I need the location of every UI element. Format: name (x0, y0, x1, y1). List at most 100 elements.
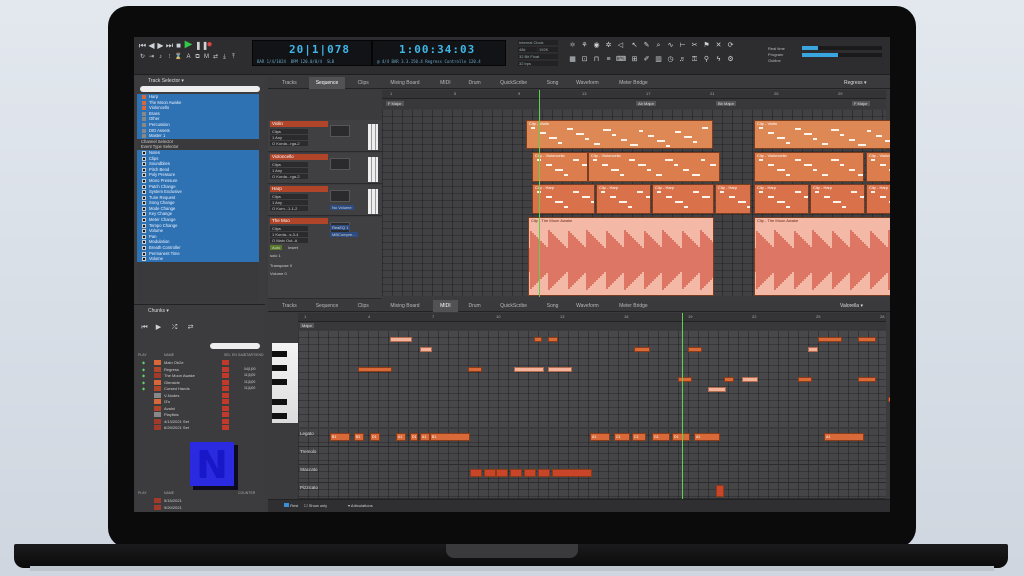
punch-icon[interactable]: ⇥ (147, 53, 156, 62)
midi-note[interactable] (514, 367, 544, 372)
chart-icon[interactable]: ▥ (654, 55, 663, 64)
counter-bars-display[interactable]: 20|1|078 BAR 1/4/1024 BPM 120.0/8/4 SLB (252, 40, 372, 66)
fast-forward-icon[interactable]: ⏭ (165, 41, 174, 50)
midi-note[interactable] (678, 377, 692, 382)
midi-playhead[interactable] (682, 313, 683, 499)
track-keyboard[interactable] (368, 124, 378, 150)
legato-note[interactable]: G1 (652, 433, 670, 441)
chunk-sel[interactable] (222, 405, 229, 411)
event-checkbox[interactable] (142, 167, 146, 172)
loop-tool-icon[interactable]: ⟳ (726, 41, 735, 50)
forward-icon[interactable]: ▶ (156, 41, 165, 50)
edit-icon[interactable]: ✐ (642, 55, 651, 64)
event-checkbox[interactable] (142, 257, 146, 262)
countoff-icon[interactable]: ⁝ (165, 53, 174, 62)
chunk-row[interactable]: ◆ Main Ob2e (138, 360, 260, 366)
close-tool-icon[interactable]: ✕ (714, 41, 723, 50)
auto-button[interactable]: Auto (270, 245, 283, 250)
clip[interactable]: Clip - Harp (715, 184, 751, 214)
event-checkbox[interactable] (142, 178, 146, 183)
clip[interactable]: Clip - Violoncello (532, 152, 588, 182)
legato-note[interactable]: A1 (824, 433, 864, 441)
clock-source[interactable]: Internal Clock (518, 40, 558, 45)
track-field-output[interactable]: O Korda...rga-2 (270, 141, 308, 146)
event-checkbox[interactable] (142, 223, 146, 228)
chunk-row[interactable]: ◆ Cursed Hands 11|1|00 (138, 386, 260, 392)
tab-midi[interactable]: MIDI (433, 77, 458, 89)
event-checkbox[interactable] (142, 201, 146, 206)
chunk-play-toggle[interactable]: ◆ (142, 373, 145, 378)
event-checkbox[interactable] (142, 195, 146, 200)
chunk-row[interactable]: ◆ The Moon Awake 11|1|00 (138, 373, 260, 379)
midi-note[interactable] (888, 397, 890, 402)
midi-note[interactable] (548, 337, 558, 342)
midi-tab-song[interactable]: Song (540, 300, 565, 312)
midi-note[interactable] (708, 387, 726, 392)
pause-icon[interactable]: ❚❚ (195, 41, 208, 50)
chunk-select[interactable]: Regress ▾ (844, 80, 867, 86)
stop-icon[interactable]: ■ (174, 41, 183, 50)
chunk-sel[interactable] (222, 373, 229, 378)
flag-tool-icon[interactable]: ⚑ (702, 41, 711, 50)
loop-icon[interactable]: ↻ (138, 53, 147, 62)
tab-mixing-board[interactable]: Mixing Board (381, 77, 429, 89)
sequence-timeline[interactable]: Clip - Violin Clip - Violin Clip - Violonc… (382, 110, 890, 296)
event-checkbox[interactable] (142, 251, 146, 256)
track-name[interactable]: Violin (270, 121, 328, 127)
sample-rate[interactable]: 48k (518, 47, 537, 52)
midi-tab-clips[interactable]: Clips (349, 300, 377, 312)
chunk-row[interactable]: ◆ Regress 04|1|00 (138, 366, 260, 373)
chunk-play-toggle[interactable]: ◆ (142, 360, 145, 365)
track-fader[interactable] (330, 190, 350, 202)
buffer-size[interactable]: 192K (538, 47, 558, 52)
event-checkbox[interactable] (142, 218, 146, 223)
rewind-icon[interactable]: ⏮ (138, 41, 147, 50)
punch-in-icon[interactable]: ⤓ (220, 53, 229, 62)
plugin-slot[interactable]: MBCompre... (330, 232, 358, 237)
event-checkbox[interactable] (142, 162, 146, 167)
clip[interactable]: Clip - Harp (866, 184, 890, 214)
chunk-row[interactable]: 4/13/2021 Set (138, 418, 260, 425)
keyboard-icon[interactable]: ⌨ (616, 55, 626, 64)
track-field-output[interactable]: O Korn...1-1-2 (270, 206, 308, 211)
staccato-note[interactable] (470, 469, 482, 477)
legato-note[interactable]: B1 (330, 433, 350, 441)
overdub-icon[interactable]: ⧉ (193, 53, 202, 62)
track-field-clips[interactable]: Clips (270, 194, 308, 199)
midi-note[interactable] (688, 347, 702, 352)
event-type-item[interactable]: Volume (137, 256, 259, 262)
chunk-shuffle-icon[interactable]: ⤮ (170, 323, 179, 332)
chunk-row[interactable]: 6/29/2021 Set (138, 425, 260, 431)
track-field-clips[interactable]: Clips (270, 162, 308, 167)
chunk-next-icon[interactable]: ▶ (154, 323, 163, 332)
zoom-tool-icon[interactable]: ⌕ (654, 41, 663, 50)
key-marker[interactable]: F Major (386, 101, 404, 106)
clip[interactable]: Clip - Harp (754, 184, 809, 214)
legato-note[interactable]: C1 (614, 433, 630, 441)
midi-note[interactable] (548, 367, 572, 372)
legato-note[interactable]: A1 (694, 433, 720, 441)
piano-roll[interactable] (298, 331, 890, 427)
track-field-output[interactable]: O Korda...rga-2 (270, 174, 308, 179)
clip[interactable]: Clip - Harp (532, 184, 595, 214)
legato-note[interactable]: A1 (420, 433, 430, 441)
midi-note[interactable] (420, 347, 432, 352)
bolt-icon[interactable]: ϟ (714, 55, 723, 64)
event-checkbox[interactable] (142, 229, 146, 234)
track-header[interactable]: The Moo Clips 1 Korda...s-3-4 O Main Out..A… (268, 217, 382, 299)
track-name[interactable]: The Moo (270, 218, 328, 224)
midi-note[interactable] (634, 347, 650, 352)
tab-sequence[interactable]: Sequence (308, 77, 346, 89)
track-search-input[interactable] (140, 86, 260, 92)
track-field-channel[interactable]: 1 Any (270, 135, 308, 140)
key-marker[interactable]: Bb Major (716, 101, 737, 106)
chunk-row[interactable]: ◆ Glenside 11|1|00 (138, 379, 260, 386)
sequence-playhead[interactable] (539, 90, 540, 297)
chunk-sel[interactable] (222, 418, 229, 424)
clip[interactable]: Clip - Violin (526, 120, 713, 149)
legato-note[interactable]: B1 (430, 433, 470, 441)
track-field-channel[interactable]: 1 Korda...s-3-4 (270, 232, 308, 237)
midi-tab-mixing-board[interactable]: Mixing Board (381, 300, 429, 312)
show-only-toggle[interactable]: ☐ Show only (304, 503, 327, 508)
punch-out-icon[interactable]: ⤒ (229, 53, 238, 62)
